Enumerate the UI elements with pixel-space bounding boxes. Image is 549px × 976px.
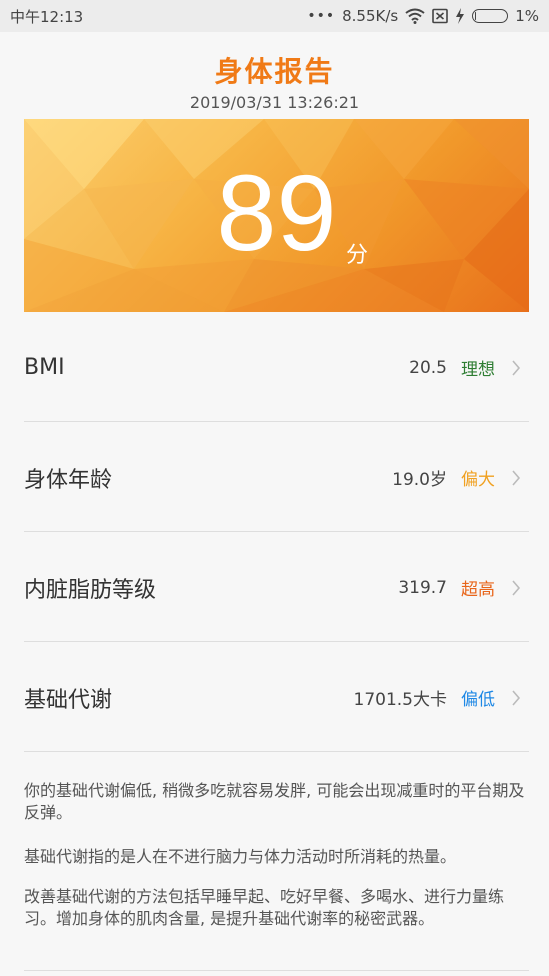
metric-label: 基础代谢 xyxy=(24,687,113,713)
advice-paragraph: 改善基础代谢的方法包括早睡早起、吃好早餐、多喝水、进行力量练习。增加身体的肌肉含… xyxy=(24,887,505,928)
chevron-right-icon xyxy=(512,469,521,486)
score-banner: 89 分 xyxy=(24,119,529,312)
status-right: ••• 8.55K/s 1% xyxy=(307,7,539,25)
chevron-right-icon xyxy=(512,689,521,706)
status-badge: 偏低 xyxy=(461,690,495,710)
battery-percent: 1% xyxy=(515,7,539,25)
battery-fill xyxy=(475,12,477,20)
status-time: 中午12:13 xyxy=(10,7,84,26)
page-title: 身体报告 xyxy=(214,55,335,88)
status-badge: 偏大 xyxy=(461,470,495,490)
metric-label: BMI xyxy=(24,355,65,380)
network-speed: 8.55K/s xyxy=(342,7,399,25)
advice-paragraph: 你的基础代谢偏低, 稍微多吃就容易发胖, 可能会出现减重时的平台期及反弹。 xyxy=(24,781,525,822)
report-timestamp: 2019/03/31 13:26:21 xyxy=(189,93,360,112)
metric-value: 20.5 xyxy=(409,357,447,378)
metric-value: 319.7 xyxy=(398,577,447,598)
more-dots: ••• xyxy=(307,8,336,24)
status-bar: 中午12:13 ••• 8.55K/s 1% xyxy=(0,0,549,32)
metric-label: 身体年龄 xyxy=(24,467,113,493)
divider xyxy=(24,970,529,971)
score-value: 89 xyxy=(216,152,337,273)
metric-value: 19.0岁 xyxy=(392,470,447,490)
status-badge: 超高 xyxy=(461,580,495,600)
wifi-icon xyxy=(405,8,425,24)
metric-label: 内脏脂肪等级 xyxy=(24,577,157,603)
chevron-right-icon xyxy=(512,579,521,596)
chevron-right-icon xyxy=(512,359,521,376)
battery-icon xyxy=(472,9,509,23)
metric-row-basal-metabolism[interactable]: 基础代谢 1701.5大卡 偏低 xyxy=(24,644,529,752)
charging-bolt-icon xyxy=(455,8,465,24)
metric-value: 1701.5大卡 xyxy=(353,690,447,710)
sim-card-icon xyxy=(432,8,449,24)
score-unit: 分 xyxy=(346,243,369,268)
advice-paragraph: 基础代谢指的是人在不进行脑力与体力活动时所消耗的热量。 xyxy=(24,847,457,866)
metric-row-body-age[interactable]: 身体年龄 19.0岁 偏大 xyxy=(24,424,529,532)
metric-row-visceral-fat[interactable]: 内脏脂肪等级 319.7 超高 xyxy=(24,534,529,642)
metric-row-bmi[interactable]: BMI 20.5 理想 xyxy=(24,314,529,422)
status-badge: 理想 xyxy=(461,360,495,380)
